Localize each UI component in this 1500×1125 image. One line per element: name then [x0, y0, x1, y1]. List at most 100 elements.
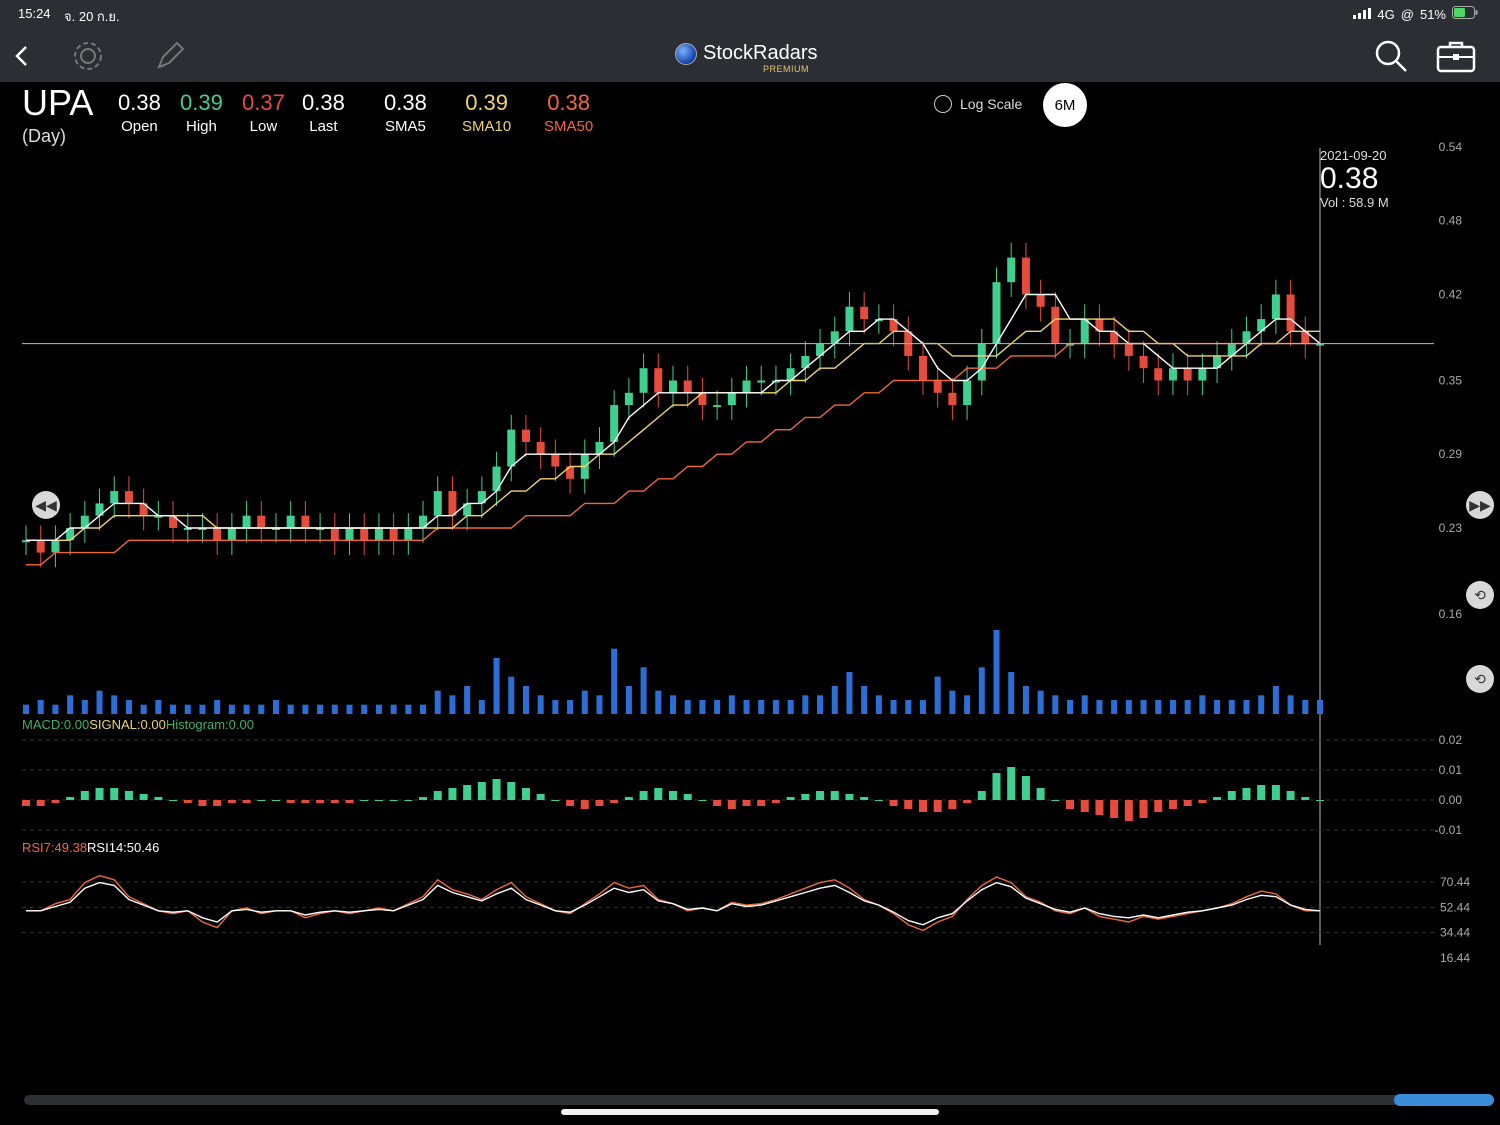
macd-histogram-bar: [566, 800, 575, 806]
macd-histogram-bar: [110, 788, 119, 800]
macd-legend-hist: Histogram:0.00: [165, 717, 254, 732]
volume-bar: [714, 700, 721, 714]
macd-histogram-bar: [154, 797, 163, 800]
volume-bar: [1067, 700, 1074, 714]
price-axis-tick: 0.29: [1439, 447, 1463, 461]
macd-histogram-bar: [51, 800, 60, 803]
macd-legend: MACD:0.00SIGNAL:0.00Histogram:0.00: [22, 717, 254, 732]
volume-bar: [949, 690, 956, 714]
volume-bar: [655, 690, 662, 714]
volume-bar: [258, 704, 265, 714]
volume-bar: [96, 690, 103, 714]
macd-histogram-bar: [271, 800, 280, 801]
chart-scrollbar-thumb[interactable]: [1394, 1094, 1494, 1106]
macd-histogram-bar: [1139, 800, 1148, 818]
refresh-icon: ⟲: [1474, 670, 1486, 687]
macd-histogram-bar: [1271, 785, 1280, 800]
macd-histogram-bar: [1095, 800, 1104, 815]
volume-bar: [272, 700, 279, 714]
reset-zoom-button[interactable]: ⟲: [1466, 581, 1494, 609]
macd-legend-macd: MACD:0.00: [22, 717, 90, 732]
candle-body: [389, 527, 398, 541]
volume-bar: [1317, 700, 1323, 714]
volume-bar: [228, 704, 235, 714]
candle-body: [345, 527, 354, 541]
macd-histogram-bar: [742, 800, 751, 806]
macd-histogram-bar: [36, 800, 45, 806]
macd-histogram-bar: [95, 788, 104, 800]
volume-bar: [1214, 700, 1221, 714]
macd-histogram-bar: [139, 794, 148, 800]
macd-histogram-bar: [1316, 800, 1324, 801]
volume-bar: [155, 700, 162, 714]
scroll-left-button[interactable]: ◀◀: [32, 491, 60, 519]
volume-bar: [405, 704, 412, 714]
rsi-legend: RSI7:49.38RSI14:50.46: [22, 840, 159, 855]
macd-histogram-bar: [448, 788, 457, 800]
macd-histogram-bar: [918, 800, 927, 812]
macd-histogram-bar: [124, 791, 133, 800]
candle-body: [845, 306, 854, 332]
volume-bar: [1184, 700, 1191, 714]
macd-histogram-bar: [698, 800, 707, 801]
macd-histogram-bar: [374, 800, 383, 801]
sync-button[interactable]: ⟲: [1466, 665, 1494, 693]
macd-histogram-bar: [301, 800, 310, 803]
volume-bar: [1037, 690, 1044, 714]
volume-bar: [875, 695, 882, 714]
macd-histogram-bar: [977, 791, 986, 800]
volume-bar: [567, 700, 574, 714]
volume-bar: [537, 695, 544, 714]
candle-body: [404, 527, 413, 541]
candle-body: [669, 380, 677, 393]
candle-body: [1154, 368, 1163, 381]
volume-bar: [23, 704, 29, 714]
volume-bar: [905, 700, 912, 714]
candle-body: [1080, 319, 1089, 344]
macd-histogram-bar: [948, 800, 957, 809]
candle-body: [213, 527, 222, 541]
candle-body: [757, 380, 766, 383]
candle-body: [51, 540, 60, 553]
macd-histogram-bar: [786, 797, 795, 800]
candle-body: [110, 491, 119, 504]
candle-body: [1286, 294, 1295, 332]
macd-histogram-bar: [992, 773, 1001, 800]
volume-bar: [993, 630, 1000, 714]
macd-histogram-bar: [316, 800, 325, 803]
volume-bar: [758, 700, 765, 714]
macd-histogram-bar: [1183, 800, 1192, 806]
macd-axis-tick: 0.00: [1439, 793, 1463, 807]
rsi-axis-tick: 34.44: [1440, 926, 1470, 940]
macd-histogram-bar: [639, 791, 648, 800]
volume-bar: [817, 695, 824, 714]
candle-body: [286, 515, 295, 528]
volume-bar: [1287, 695, 1294, 714]
rsi-legend-rsi7: RSI7:49.38: [22, 840, 88, 855]
price-axis-tick: 0.54: [1439, 140, 1463, 154]
macd-histogram-bar: [889, 800, 898, 806]
candle-body: [433, 491, 442, 516]
volume-bar: [1272, 686, 1279, 714]
macd-axis-tick: 0.01: [1439, 763, 1463, 777]
volume-bar: [1081, 695, 1088, 714]
candle-body: [360, 527, 369, 541]
stock-chart[interactable]: 0.54 0.48 0.42 0.35 0.29 0.23 0.16 0.02 0.01 0.00…: [0, 0, 1500, 1125]
scroll-right-button[interactable]: ▶▶: [1466, 491, 1494, 519]
macd-histogram-bar: [1242, 788, 1251, 800]
candle-body: [551, 454, 560, 467]
candle-body: [1007, 257, 1016, 283]
volume-bar: [802, 695, 809, 714]
sma5-line: [26, 293, 1321, 541]
macd-histogram-bar: [669, 791, 677, 800]
candle-body: [1021, 257, 1030, 295]
chart-scrollbar[interactable]: [24, 1095, 1494, 1105]
volume-bar: [302, 704, 309, 714]
macd-histogram-bar: [1154, 800, 1163, 812]
volume-bar: [52, 704, 59, 714]
candle-body: [536, 441, 545, 455]
volume-bar: [449, 695, 456, 714]
volume-bar: [493, 658, 500, 714]
macd-histogram-bar: [654, 788, 663, 800]
candle-body: [1051, 306, 1060, 344]
